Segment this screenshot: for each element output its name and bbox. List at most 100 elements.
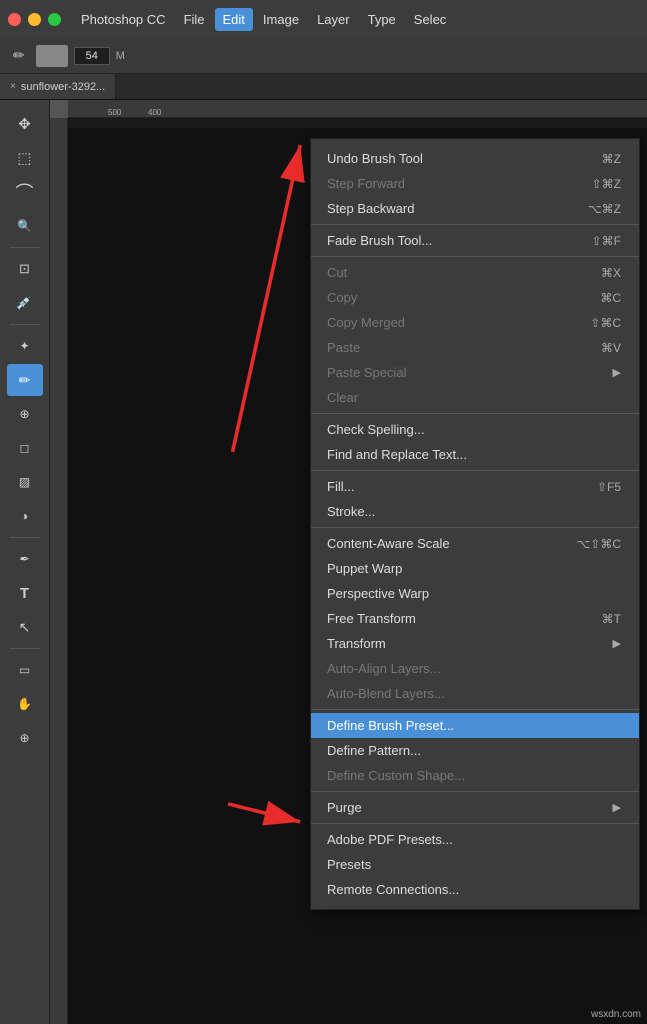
menu-section-spelling: Check Spelling... Find and Replace Text.… [311, 414, 639, 471]
auto-align-label: Auto-Align Layers... [327, 661, 440, 676]
step-backward[interactable]: Step Backward ⌥⌘Z [311, 196, 639, 221]
tool-divider-1 [10, 247, 40, 248]
define-brush-preset-item[interactable]: Define Brush Preset... [311, 713, 639, 738]
lasso-tool[interactable]: ⌒ [7, 176, 43, 208]
auto-blend-label: Auto-Blend Layers... [327, 686, 445, 701]
check-spelling-label: Check Spelling... [327, 422, 425, 437]
crop-tool[interactable]: ⊡ [7, 253, 43, 285]
undo-brush-tool-shortcut: ⌘Z [602, 152, 621, 166]
path-select-tool[interactable]: ↖ [7, 611, 43, 643]
menu-item-app[interactable]: Photoshop CC [73, 8, 174, 31]
menu-section-fade: Fade Brush Tool... ⇧⌘F [311, 225, 639, 257]
define-brush-preset-label: Define Brush Preset... [327, 718, 454, 733]
tab-close-button[interactable]: × [10, 81, 16, 92]
purge-label: Purge [327, 800, 362, 815]
brush-preview [36, 45, 68, 67]
paste-special-item[interactable]: Paste Special ▶ [311, 360, 639, 385]
paste-special-label: Paste Special [327, 365, 407, 380]
paste-item[interactable]: Paste ⌘V [311, 335, 639, 360]
tool-divider-2 [10, 324, 40, 325]
menu-section-clipboard: Cut ⌘X Copy ⌘C Copy Merged ⇧⌘C Paste ⌘V … [311, 257, 639, 414]
marquee-tool[interactable]: ⬚ [7, 142, 43, 174]
ruler-mark-500: 500 [108, 108, 148, 117]
puppet-warp-label: Puppet Warp [327, 561, 402, 576]
watermark: wsxdn.com [591, 1009, 641, 1020]
define-pattern-item[interactable]: Define Pattern... [311, 738, 639, 763]
menu-section-fill: Fill... ⇧F5 Stroke... [311, 471, 639, 528]
remote-connections-item[interactable]: Remote Connections... [311, 877, 639, 902]
eyedropper-tool[interactable]: 💉 [7, 287, 43, 319]
auto-align-item[interactable]: Auto-Align Layers... [311, 656, 639, 681]
maximize-button[interactable] [48, 13, 61, 26]
brush-icon: ✏ [8, 44, 30, 67]
menu-item-file[interactable]: File [176, 8, 213, 31]
eraser-tool[interactable]: ◻ [7, 432, 43, 464]
hand-tool[interactable]: ✋ [7, 688, 43, 720]
content-aware-scale-label: Content-Aware Scale [327, 536, 450, 551]
menu-section-undo: Undo Brush Tool ⌘Z Step Forward ⇧⌘Z Step… [311, 143, 639, 225]
copy-item[interactable]: Copy ⌘C [311, 285, 639, 310]
text-tool[interactable]: T [7, 577, 43, 609]
copy-merged-shortcut: ⇧⌘C [590, 316, 621, 330]
close-button[interactable] [8, 13, 21, 26]
stroke-item[interactable]: Stroke... [311, 499, 639, 524]
transform-arrow: ▶ [613, 637, 621, 650]
cut-item[interactable]: Cut ⌘X [311, 260, 639, 285]
edit-dropdown-menu: Undo Brush Tool ⌘Z Step Forward ⇧⌘Z Step… [310, 138, 640, 910]
stroke-label: Stroke... [327, 504, 375, 519]
fade-brush-tool-shortcut: ⇧⌘F [592, 234, 621, 248]
check-spelling-item[interactable]: Check Spelling... [311, 417, 639, 442]
minimize-button[interactable] [28, 13, 41, 26]
find-replace-item[interactable]: Find and Replace Text... [311, 442, 639, 467]
gradient-tool[interactable]: ▨ [7, 466, 43, 498]
undo-brush-tool[interactable]: Undo Brush Tool ⌘Z [311, 146, 639, 171]
zoom-tool[interactable]: ⊕ [7, 722, 43, 754]
tab-bar: × sunflower-3292... [0, 74, 647, 100]
menu-item-image[interactable]: Image [255, 8, 307, 31]
toolbar: ✏ M [0, 38, 647, 74]
document-tab[interactable]: × sunflower-3292... [0, 74, 116, 99]
free-transform-label: Free Transform [327, 611, 416, 626]
brush-size-input[interactable] [74, 47, 110, 65]
shape-tool[interactable]: ▭ [7, 654, 43, 686]
cut-label: Cut [327, 265, 347, 280]
content-aware-scale-item[interactable]: Content-Aware Scale ⌥⇧⌘C [311, 531, 639, 556]
define-custom-shape-item[interactable]: Define Custom Shape... [311, 763, 639, 788]
step-forward[interactable]: Step Forward ⇧⌘Z [311, 171, 639, 196]
free-transform-item[interactable]: Free Transform ⌘T [311, 606, 639, 631]
fill-item[interactable]: Fill... ⇧F5 [311, 474, 639, 499]
mode-label: M [116, 50, 125, 62]
perspective-warp-item[interactable]: Perspective Warp [311, 581, 639, 606]
clear-item[interactable]: Clear [311, 385, 639, 410]
ruler-marks: 500 400 [68, 100, 647, 117]
window-controls [8, 13, 61, 26]
menu-item-layer[interactable]: Layer [309, 8, 358, 31]
fill-shortcut: ⇧F5 [597, 480, 621, 494]
purge-item[interactable]: Purge ▶ [311, 795, 639, 820]
move-tool[interactable]: ✥ [7, 108, 43, 140]
spot-heal-tool[interactable]: ✦ [7, 330, 43, 362]
brush-tool[interactable]: ✏ [7, 364, 43, 396]
dodge-tool[interactable]: ◑ [7, 500, 43, 532]
menu-section-adobe: Adobe PDF Presets... Presets Remote Conn… [311, 824, 639, 905]
auto-blend-item[interactable]: Auto-Blend Layers... [311, 681, 639, 706]
menu-section-purge: Purge ▶ [311, 792, 639, 824]
menu-item-select[interactable]: Selec [406, 8, 455, 31]
puppet-warp-item[interactable]: Puppet Warp [311, 556, 639, 581]
step-forward-label: Step Forward [327, 176, 405, 191]
clone-tool[interactable]: ⊕ [7, 398, 43, 430]
adobe-pdf-presets-item[interactable]: Adobe PDF Presets... [311, 827, 639, 852]
menu-item-edit[interactable]: Edit [215, 8, 253, 31]
transform-item[interactable]: Transform ▶ [311, 631, 639, 656]
pen-tool[interactable]: ✒ [7, 543, 43, 575]
copy-merged-label: Copy Merged [327, 315, 405, 330]
purge-arrow: ▶ [613, 801, 621, 814]
paste-shortcut: ⌘V [601, 341, 621, 355]
fade-brush-tool[interactable]: Fade Brush Tool... ⇧⌘F [311, 228, 639, 253]
cut-shortcut: ⌘X [601, 266, 621, 280]
remote-connections-label: Remote Connections... [327, 882, 459, 897]
presets-item[interactable]: Presets [311, 852, 639, 877]
copy-merged-item[interactable]: Copy Merged ⇧⌘C [311, 310, 639, 335]
menu-item-type[interactable]: Type [360, 8, 404, 31]
quick-select-tool[interactable]: 🔍 [7, 210, 43, 242]
